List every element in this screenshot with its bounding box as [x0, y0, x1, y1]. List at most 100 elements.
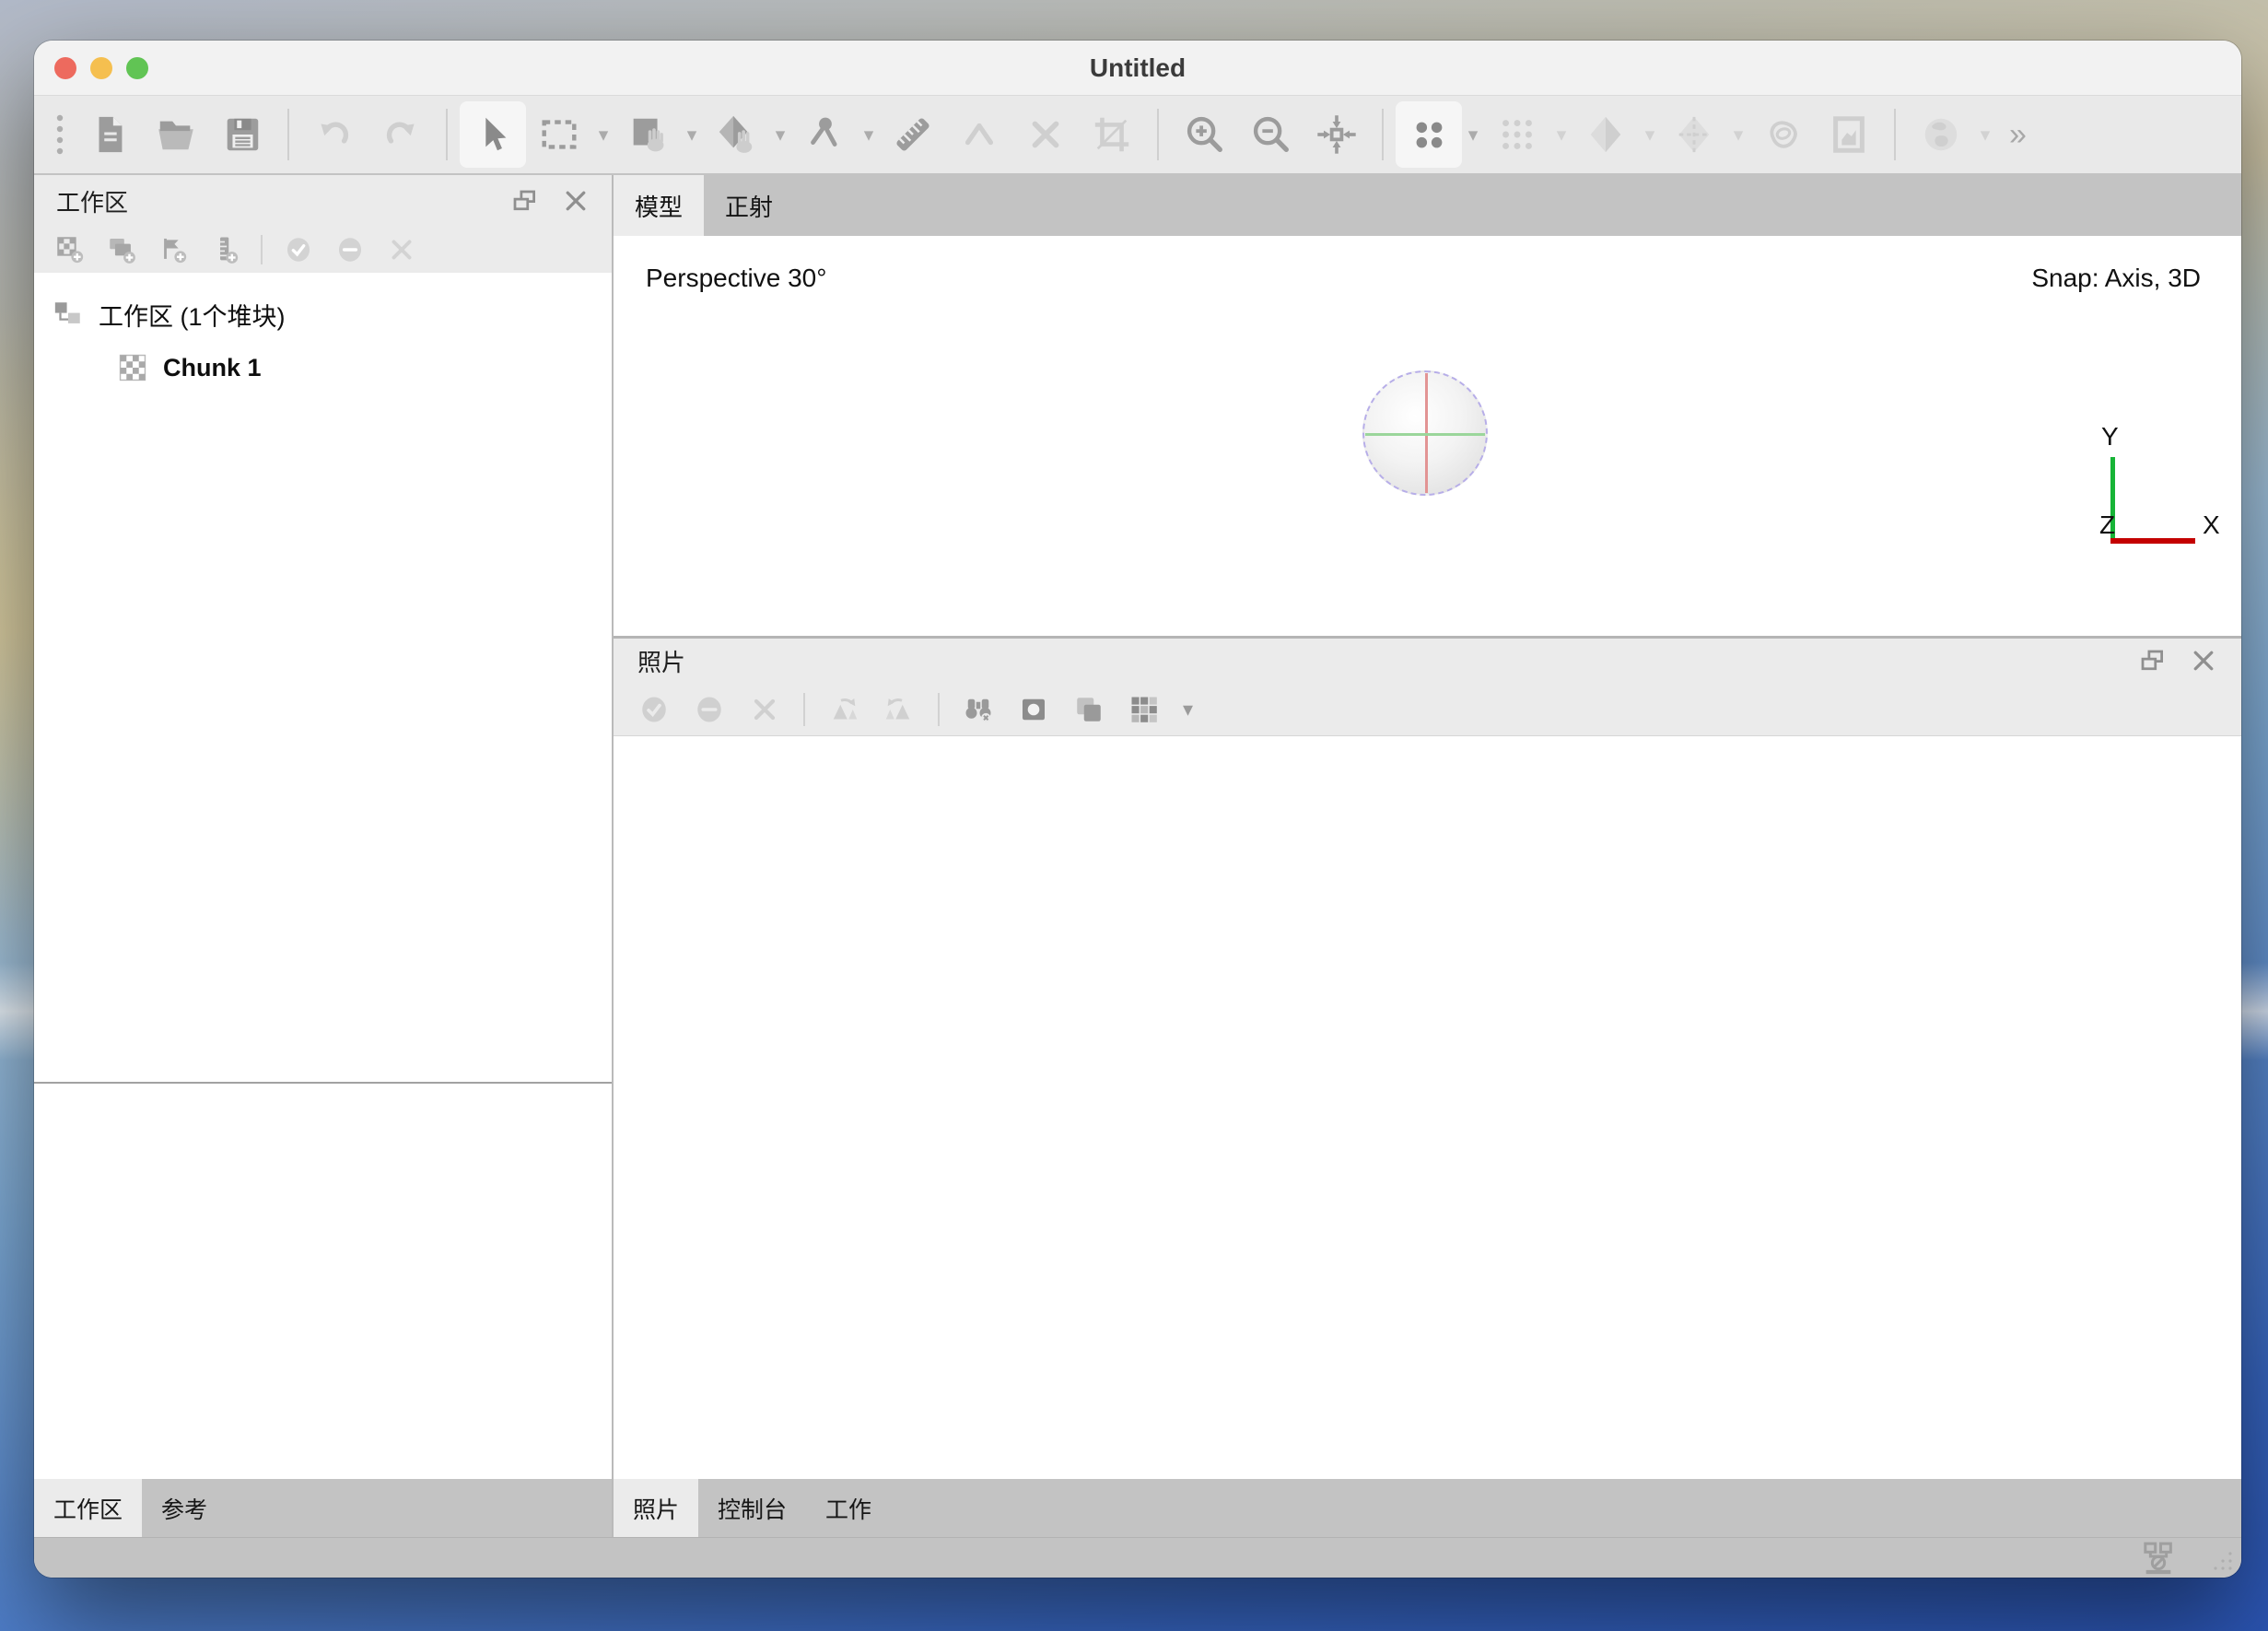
disable-icon: [693, 693, 726, 726]
rotate-left-icon: [827, 693, 860, 726]
reset-view-icon: [1315, 113, 1358, 156]
photos-toolbar: [614, 683, 2241, 736]
toolbar-overflow-button[interactable]: [2009, 117, 2027, 153]
preview-photo-button[interactable]: [1017, 693, 1050, 726]
chevron-down-icon[interactable]: [858, 123, 880, 147]
tiled-model-icon: [1761, 113, 1804, 156]
photos-content-area[interactable]: [614, 736, 2241, 1479]
toolbar-handle-icon[interactable]: [43, 101, 76, 168]
zoom-in-icon: [1183, 113, 1225, 156]
tab-ortho[interactable]: 正射: [704, 175, 794, 236]
tab-photos[interactable]: 照片: [614, 1479, 698, 1537]
toolbar-separator: [1382, 109, 1384, 160]
add-photos-button[interactable]: [106, 234, 137, 265]
add-photos-icon: [106, 234, 137, 265]
show-point-cloud-button[interactable]: [1396, 101, 1462, 168]
thumbnails-button[interactable]: [1072, 693, 1105, 726]
draw-polyline-button[interactable]: [946, 101, 1012, 168]
rotate-right-button[interactable]: [883, 693, 916, 726]
enable-item-button[interactable]: [283, 234, 314, 265]
new-project-button[interactable]: [76, 101, 143, 168]
close-panel-icon[interactable]: [562, 187, 590, 215]
workspace-root-node[interactable]: 工作区 (1个堆块): [34, 287, 612, 341]
grid-view-button[interactable]: [1128, 693, 1161, 726]
chevron-down-icon[interactable]: [1183, 698, 1193, 722]
basemap-globe-icon: [1920, 113, 1962, 156]
remove-photo-button[interactable]: [748, 693, 781, 726]
navigation-tool-button[interactable]: [614, 101, 681, 168]
workspace-node-icon: [53, 299, 84, 330]
toolbar-separator: [938, 693, 940, 726]
dense-cloud-icon: [1496, 113, 1538, 156]
workspace-toolbar: [34, 227, 612, 273]
disable-photo-button[interactable]: [693, 693, 726, 726]
crop-selection-button[interactable]: [1079, 101, 1145, 168]
reset-view-button[interactable]: [1304, 101, 1370, 168]
delete-selection-button[interactable]: [1012, 101, 1079, 168]
add-marker-button[interactable]: [158, 234, 189, 265]
chevron-down-icon[interactable]: [592, 123, 614, 147]
find-matches-button[interactable]: [962, 693, 995, 726]
resize-grip-icon[interactable]: [2210, 1548, 2234, 1572]
tab-model[interactable]: 模型: [614, 175, 704, 236]
open-project-button[interactable]: [143, 101, 209, 168]
polyline-icon: [958, 113, 1000, 156]
chevron-down-icon[interactable]: [1974, 123, 1996, 147]
rectangle-selection-button[interactable]: [526, 101, 592, 168]
enable-icon: [637, 693, 671, 726]
enable-photo-button[interactable]: [637, 693, 671, 726]
rotate-left-button[interactable]: [827, 693, 860, 726]
chevron-down-icon[interactable]: [1550, 123, 1572, 147]
show-basemap-button[interactable]: [1908, 101, 1974, 168]
thumbnails-icon: [1072, 693, 1105, 726]
workspace-tree: 工作区 (1个堆块) Chunk 1: [34, 273, 612, 1082]
save-project-button[interactable]: [209, 101, 275, 168]
redo-button[interactable]: [368, 101, 434, 168]
add-marker-tool-button[interactable]: [791, 101, 858, 168]
workspace-panel-title: 工作区: [56, 184, 510, 218]
undo-button[interactable]: [301, 101, 368, 168]
model-viewport[interactable]: Perspective 30° Snap: Axis, 3D Y Z X: [614, 236, 2241, 636]
add-chunk-button[interactable]: [54, 234, 86, 265]
show-tiled-model-button[interactable]: [1749, 101, 1816, 168]
show-model-wireframe-button[interactable]: [1661, 101, 1727, 168]
show-model-shaded-button[interactable]: [1572, 101, 1639, 168]
close-panel-icon[interactable]: [2190, 647, 2217, 675]
tab-jobs[interactable]: 工作: [806, 1479, 891, 1537]
find-matches-icon: [962, 693, 995, 726]
chunk-node[interactable]: Chunk 1: [34, 341, 612, 394]
rectangle-selection-icon: [538, 113, 580, 156]
chevron-down-icon[interactable]: [1462, 123, 1484, 147]
chevron-down-icon[interactable]: [681, 123, 703, 147]
workspace-panel: 工作区: [34, 175, 612, 1537]
ruler-icon: [892, 113, 934, 156]
main-toolbar: [34, 96, 2241, 175]
float-panel-icon[interactable]: [510, 187, 538, 215]
show-orthomosaic-button[interactable]: [1816, 101, 1882, 168]
trackball-sphere[interactable]: [1362, 370, 1488, 496]
float-panel-icon[interactable]: [2138, 647, 2166, 675]
tab-workspace[interactable]: 工作区: [34, 1479, 142, 1537]
chunk-node-icon: [117, 352, 148, 383]
show-dense-cloud-button[interactable]: [1484, 101, 1550, 168]
chevron-down-icon[interactable]: [1727, 123, 1749, 147]
rotate-object-tool-button[interactable]: [703, 101, 769, 168]
chevron-down-icon[interactable]: [769, 123, 791, 147]
disable-item-button[interactable]: [334, 234, 366, 265]
select-tool-button[interactable]: [460, 101, 526, 168]
chevron-down-icon[interactable]: [1639, 123, 1661, 147]
tab-reference[interactable]: 参考: [142, 1479, 227, 1537]
remove-item-button[interactable]: [386, 234, 417, 265]
tab-console[interactable]: 控制台: [698, 1479, 806, 1537]
zoom-out-button[interactable]: [1237, 101, 1304, 168]
ruler-tool-button[interactable]: [880, 101, 946, 168]
marker-icon: [803, 113, 846, 156]
axis-x-line: [2110, 538, 2195, 544]
title-bar[interactable]: Untitled: [34, 41, 2241, 96]
sphere-horizontal-axis: [1365, 433, 1485, 436]
zoom-in-button[interactable]: [1171, 101, 1237, 168]
enable-icon: [283, 234, 314, 265]
left-dock-tabbar: 工作区 参考: [34, 1479, 612, 1537]
snap-status: Snap: Axis, 3D: [2031, 264, 2201, 293]
add-scalebar-button[interactable]: [209, 234, 240, 265]
